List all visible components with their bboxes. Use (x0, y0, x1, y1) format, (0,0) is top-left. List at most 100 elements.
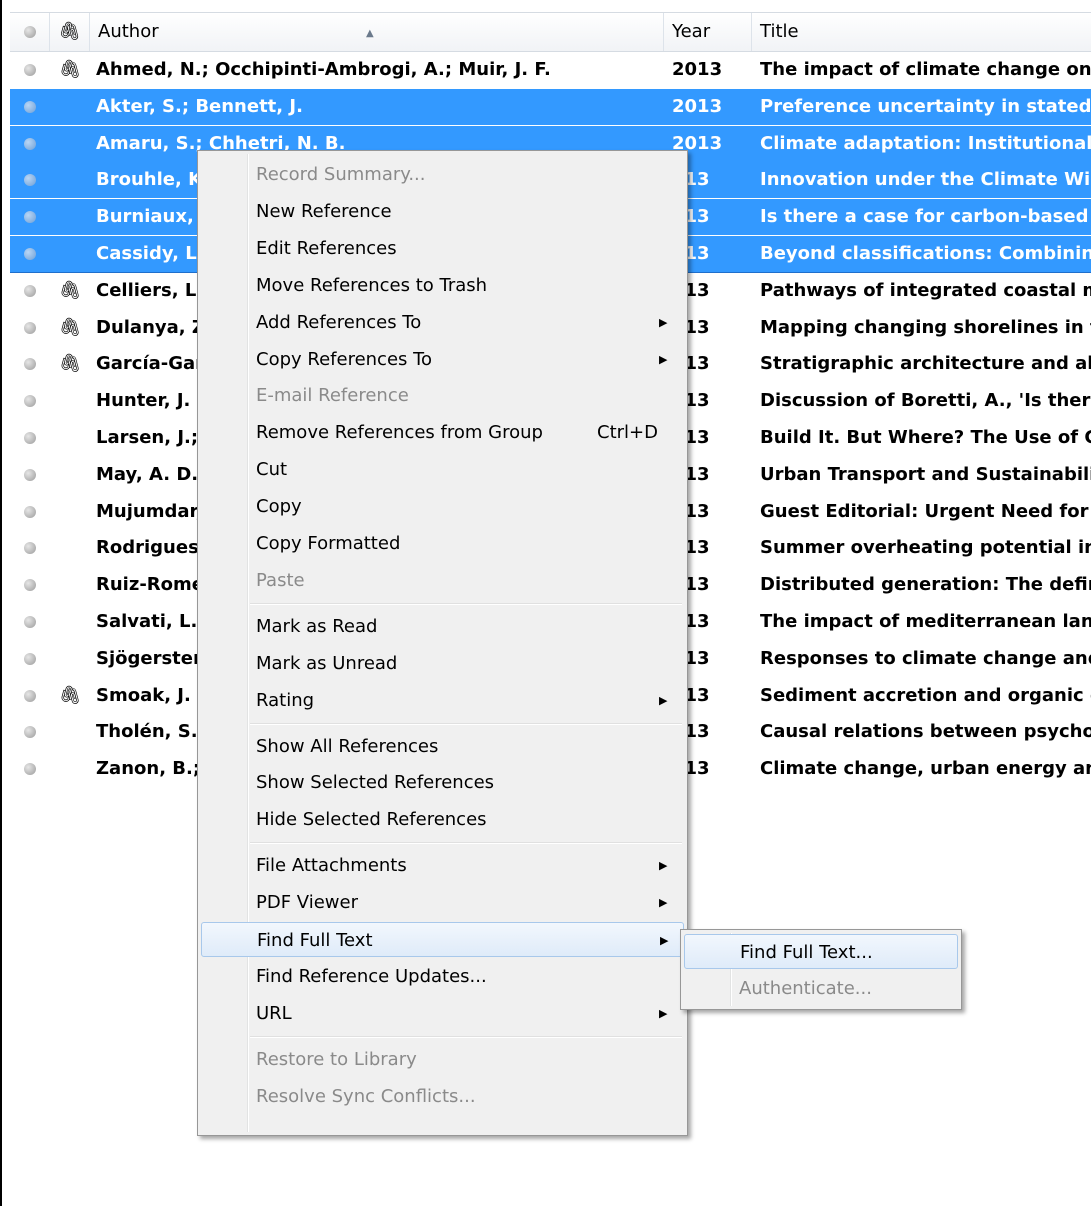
author-cell: Akter, S.; Bennett, J. (96, 96, 303, 117)
attachment-cell[interactable] (50, 494, 90, 530)
read-status-cell[interactable] (10, 126, 50, 162)
attachment-cell[interactable] (50, 604, 90, 640)
read-status-cell[interactable] (10, 678, 50, 714)
read-status-cell[interactable] (10, 530, 50, 566)
attachment-cell[interactable] (50, 641, 90, 677)
submenu-arrow-icon: ▶ (660, 934, 669, 947)
menu-item-copy[interactable]: Copy (201, 489, 684, 524)
dot-icon (23, 26, 36, 38)
read-status-cell[interactable] (10, 641, 50, 677)
attachment-cell[interactable] (50, 162, 90, 198)
attachment-cell[interactable]: 🖇 (50, 52, 90, 88)
attachment-cell[interactable] (50, 199, 90, 235)
menu-separator (250, 1035, 682, 1038)
menu-item-move-references-to-trash[interactable]: Move References to Trash (201, 268, 684, 303)
title-cell: Innovation under the Climate Wise p (760, 169, 1091, 190)
title-cell: Preference uncertainty in stated pre (760, 96, 1091, 117)
read-status-cell[interactable] (10, 604, 50, 640)
menu-item-edit-references[interactable]: Edit References (201, 231, 684, 266)
menu-item-file-attachments[interactable]: File Attachments ▶ (201, 848, 684, 883)
read-status-cell[interactable] (10, 714, 50, 750)
attachment-cell[interactable]: 🖇 (50, 678, 90, 714)
author-column-header[interactable]: Author ▲ (90, 13, 664, 51)
menu-separator (250, 842, 682, 845)
menu-item-show-all-references[interactable]: Show All References (201, 729, 684, 764)
read-status-cell[interactable] (10, 310, 50, 346)
dot-icon (24, 358, 36, 370)
menu-item-label: Paste (256, 569, 305, 591)
menu-item-hide-selected-references[interactable]: Hide Selected References (201, 802, 684, 837)
menu-item-label: Copy Formatted (256, 533, 401, 554)
menu-item-mark-as-unread[interactable]: Mark as Unread (201, 646, 684, 681)
menu-item-find-reference-updates[interactable]: Find Reference Updates... (201, 959, 684, 994)
read-status-cell[interactable] (10, 457, 50, 493)
menu-item-label: New Reference (256, 200, 392, 222)
title-cell: Summer overheating potential in a l (760, 537, 1091, 558)
menu-item-remove-references-from-group[interactable]: Remove References from Group Ctrl+D (201, 415, 684, 450)
attachment-cell[interactable] (50, 420, 90, 456)
read-status-cell[interactable] (10, 199, 50, 235)
menu-item-mark-as-read[interactable]: Mark as Read (201, 609, 684, 644)
attachment-column-header[interactable]: 🖇 (50, 13, 90, 51)
read-status-cell[interactable] (10, 567, 50, 603)
read-status-cell[interactable] (10, 494, 50, 530)
dot-icon (24, 690, 36, 702)
menu-item-show-selected-references[interactable]: Show Selected References (201, 765, 684, 800)
dot-icon (24, 616, 36, 628)
menu-item-find-full-text[interactable]: Find Full Text ▶ (201, 922, 684, 957)
attachment-cell[interactable]: 🖇 (50, 346, 90, 382)
menu-item-copy-references-to[interactable]: Copy References To ▶ (201, 342, 684, 377)
title-cell: Distributed generation: The definitiv (760, 574, 1091, 595)
dot-icon (24, 763, 36, 775)
submenu-item-find-full-text[interactable]: Find Full Text... (684, 934, 958, 969)
attachment-cell[interactable] (50, 236, 90, 272)
menu-item-pdf-viewer[interactable]: PDF Viewer ▶ (201, 885, 684, 920)
menu-item-new-reference[interactable]: New Reference (201, 194, 684, 229)
attachment-cell[interactable] (50, 714, 90, 750)
year-column-header[interactable]: Year (664, 13, 752, 51)
read-status-cell[interactable] (10, 236, 50, 272)
read-status-column-header[interactable] (10, 13, 50, 51)
menu-item-copy-formatted[interactable]: Copy Formatted (201, 526, 684, 561)
menu-item-label: Edit References (256, 237, 397, 259)
table-row[interactable]: Akter, S.; Bennett, J. 2013 Preference unc… (10, 89, 1091, 125)
menu-item-label: Copy (256, 496, 302, 518)
title-cell: Beyond classifications: Combining co (760, 243, 1091, 264)
title-column-header[interactable]: Title (752, 13, 1091, 51)
menu-item-url[interactable]: URL ▶ (201, 996, 684, 1031)
read-status-cell[interactable] (10, 52, 50, 88)
attachment-cell[interactable] (50, 383, 90, 419)
menu-item-rating[interactable]: Rating ▶ (201, 683, 684, 718)
read-status-cell[interactable] (10, 273, 50, 309)
menu-item-record-summary: Record Summary... (201, 157, 684, 192)
submenu-arrow-icon: ▶ (659, 693, 668, 707)
submenu-item-label: Find Full Text... (740, 942, 873, 963)
read-status-cell[interactable] (10, 89, 50, 125)
dot-icon (24, 211, 36, 223)
attachment-cell[interactable] (50, 89, 90, 125)
dot-icon (24, 579, 36, 591)
table-row[interactable]: 🖇 Ahmed, N.; Occhipinti-Ambrogi, A.; Muir… (10, 52, 1091, 88)
year-cell: 2013 (672, 96, 723, 117)
menu-item-add-references-to[interactable]: Add References To ▶ (201, 305, 684, 340)
title-cell: Responses to climate change and far (760, 648, 1091, 669)
attachment-cell[interactable] (50, 457, 90, 493)
author-header-label: Author (98, 21, 159, 42)
attachment-cell[interactable] (50, 530, 90, 566)
menu-item-cut[interactable]: Cut (201, 452, 684, 487)
dot-icon (24, 174, 36, 186)
submenu-item-authenticate: Authenticate... (684, 971, 958, 1006)
attachment-cell[interactable] (50, 751, 90, 787)
read-status-cell[interactable] (10, 420, 50, 456)
menu-item-e-mail-reference: E-mail Reference (201, 378, 684, 413)
dot-icon (24, 395, 36, 407)
attachment-cell[interactable]: 🖇 (50, 310, 90, 346)
title-cell: Stratigraphic architecture and alluvi (760, 353, 1091, 374)
read-status-cell[interactable] (10, 751, 50, 787)
attachment-cell[interactable] (50, 126, 90, 162)
attachment-cell[interactable] (50, 567, 90, 603)
read-status-cell[interactable] (10, 383, 50, 419)
attachment-cell[interactable]: 🖇 (50, 273, 90, 309)
read-status-cell[interactable] (10, 346, 50, 382)
read-status-cell[interactable] (10, 162, 50, 198)
